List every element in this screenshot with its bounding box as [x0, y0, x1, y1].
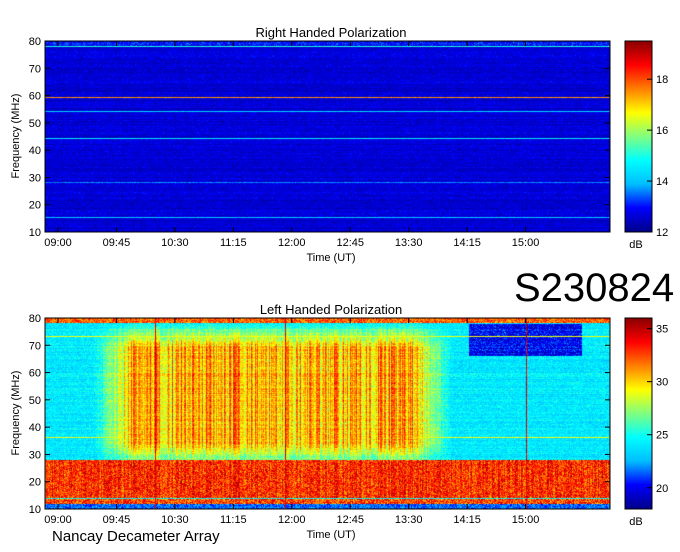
x-tick-label: 15:00 [512, 237, 540, 249]
colorbar-tick-label: 14 [656, 176, 668, 188]
x-tick-label: 09:45 [103, 514, 131, 526]
y-tick-label: 50 [29, 395, 41, 407]
x-tick-label: 12:00 [278, 237, 306, 249]
y-tick-label: 60 [29, 91, 41, 103]
y-tick-label: 10 [29, 504, 41, 516]
observation-id: S230824 [514, 266, 675, 310]
y-tick-label: 20 [29, 477, 41, 489]
x-tick-label: 10:30 [161, 514, 189, 526]
panel-right-handed: Right Handed Polarization 09:00 09:45 10:3… [10, 25, 668, 264]
colorbar-tick-label: 30 [656, 377, 668, 389]
colorbar-tick-label: 16 [656, 125, 668, 137]
x-tick-label: 12:45 [336, 237, 364, 249]
x-tick-label: 09:45 [103, 237, 131, 249]
colorbar-tick-label: 35 [656, 324, 668, 336]
y-tick-label: 70 [29, 340, 41, 352]
colorbar-label-left: dB [629, 516, 642, 528]
y-tick-label: 10 [29, 227, 41, 239]
x-tick-label: 12:00 [278, 514, 306, 526]
colorbar-label-right: dB [629, 239, 642, 251]
x-tick-label: 11:15 [220, 514, 247, 526]
x-tick-label: 13:30 [395, 514, 423, 526]
x-tick-label: 10:30 [161, 237, 189, 249]
y-tick-label: 80 [29, 36, 41, 48]
y-tick-label: 70 [29, 63, 41, 75]
x-tick-label: 09:00 [44, 237, 72, 249]
y-tick-label: 50 [29, 118, 41, 130]
y-tick-label: 60 [29, 368, 41, 380]
spectrogram-image-right [45, 41, 610, 232]
x-tick-label: 11:15 [220, 237, 247, 249]
panel-left-xlabel: Time (UT) [306, 529, 355, 541]
panel-left-ylabel: Frequency (MHz) [10, 371, 22, 456]
panel-left-handed: Left Handed Polarization 09:00 09:45 10:30… [10, 302, 668, 541]
x-tick-label: 14:15 [453, 237, 481, 249]
colorbar-tick-label: 25 [656, 430, 668, 442]
instrument-name: Nancay Decameter Array [52, 528, 220, 545]
colorbar-tick-label: 12 [656, 227, 668, 239]
panel-left-title: Left Handed Polarization [260, 302, 402, 317]
panel-right-ylabel: Frequency (MHz) [10, 94, 22, 179]
y-tick-label: 80 [29, 313, 41, 325]
y-tick-label: 30 [29, 172, 41, 184]
colorbar-tick-label: 20 [656, 483, 668, 495]
y-tick-label: 40 [29, 422, 41, 434]
colorbar-image-right [625, 41, 652, 232]
x-tick-label: 09:00 [44, 514, 72, 526]
x-tick-label: 13:30 [395, 237, 423, 249]
y-tick-label: 30 [29, 449, 41, 461]
y-tick-label: 20 [29, 200, 41, 212]
y-tick-label: 40 [29, 145, 41, 157]
x-tick-label: 12:45 [336, 514, 364, 526]
panel-right-title: Right Handed Polarization [255, 25, 406, 40]
x-tick-label: 14:15 [453, 514, 481, 526]
spectrogram-image-left [45, 318, 610, 509]
colorbar-image-left [625, 318, 652, 509]
colorbar-tick-label: 18 [656, 74, 668, 86]
x-tick-label: 15:00 [512, 514, 540, 526]
panel-right-xlabel: Time (UT) [306, 252, 355, 264]
